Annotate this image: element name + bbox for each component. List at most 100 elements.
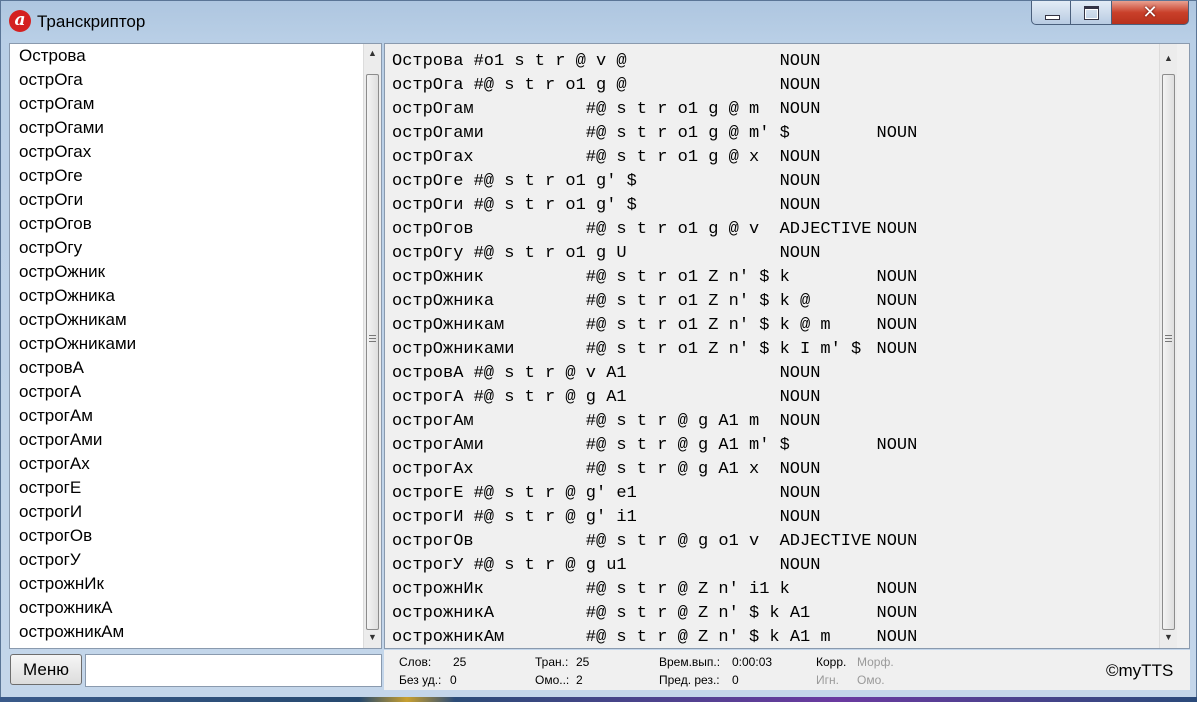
transcription-word: острОгов <box>392 220 474 239</box>
transcription-panel[interactable]: Острова #o1 s t r @ v @ NOUN острОга #@ s t … <box>384 43 1190 649</box>
trans-count-value: 25 <box>576 655 590 669</box>
word-list-item[interactable]: острогУ <box>10 548 363 572</box>
transcription-word: острожникАм <box>392 628 505 647</box>
word-list-item[interactable]: острОжниками <box>10 332 363 356</box>
transcription-row[interactable]: острогА #@ s t r @ g A1 NOUN <box>385 386 1159 410</box>
scroll-down-icon[interactable]: ▼ <box>364 629 381 646</box>
transcription-tag: NOUN <box>876 436 918 455</box>
word-list-item[interactable]: островА <box>10 356 363 380</box>
transcription-row[interactable]: острогАми #@ s t r @ g A1 m' $ NOUN <box>385 434 1159 458</box>
close-button[interactable]: ✕ <box>1111 1 1189 25</box>
title-bar[interactable]: a Транскриптор ✕ <box>1 1 1196 41</box>
transcription-row[interactable]: острогОв #@ s t r @ g o1 v ADJECTIVE NOUN <box>385 530 1159 554</box>
transcription-row[interactable]: острОге #@ s t r o1 g' $ NOUN <box>385 170 1159 194</box>
scroll-down-icon[interactable]: ▼ <box>1160 629 1177 646</box>
transcription-row[interactable]: острОжник #@ s t r o1 Z n' $ k NOUN <box>385 266 1159 290</box>
transcription-scrollbar[interactable]: ▲ ▼ <box>1159 44 1177 648</box>
word-list-item[interactable]: острогИ <box>10 500 363 524</box>
word-list-item[interactable]: острогАми <box>10 428 363 452</box>
word-list-item[interactable]: острОгов <box>10 212 363 236</box>
transcription-row[interactable]: острОжниками #@ s t r o1 Z n' $ k I m' $ N… <box>385 338 1159 362</box>
word-list-panel[interactable]: Острова острОга острОгам острОгами острОгах о… <box>9 43 382 649</box>
word-list-item[interactable]: острОжник <box>10 260 363 284</box>
transcription-word: острогАм <box>392 412 474 431</box>
transcription-row[interactable]: острОгов #@ s t r o1 g @ v ADJECTIVE NOUN <box>385 218 1159 242</box>
transcription-word: островА <box>392 364 464 383</box>
scroll-thumb[interactable] <box>1162 74 1175 630</box>
transcription-row[interactable]: острожнИк #@ s t r @ Z n' i1 k NOUN <box>385 578 1159 602</box>
word-list-item[interactable]: острожникА <box>10 596 363 620</box>
transcription-row[interactable]: острогИ #@ s t r @ g' i1 NOUN <box>385 506 1159 530</box>
transcription-row[interactable]: острогУ #@ s t r @ g u1 NOUN <box>385 554 1159 578</box>
word-list-item[interactable]: острОжникам <box>10 308 363 332</box>
transcription-row[interactable]: острОга #@ s t r o1 g @ NOUN <box>385 74 1159 98</box>
prev-result-label: Пред. рез.: <box>659 673 720 687</box>
word-list-scrollbar[interactable]: ▲ ▼ <box>363 44 381 648</box>
menu-button[interactable]: Меню <box>10 654 82 685</box>
word-list-item[interactable]: острогАх <box>10 452 363 476</box>
transcription-word: острожнИк <box>392 580 484 599</box>
word-list-item[interactable]: острогА <box>10 380 363 404</box>
transcription-row[interactable]: острОжникам #@ s t r o1 Z n' $ k @ m NOUN <box>385 314 1159 338</box>
homo-count-value: 2 <box>576 673 583 687</box>
word-list-item[interactable]: острОгами <box>10 116 363 140</box>
minimize-button[interactable] <box>1031 1 1071 25</box>
transcription-tag: NOUN <box>876 316 918 335</box>
word-list-item[interactable]: острОгам <box>10 92 363 116</box>
transcription-tag: NOUN <box>876 124 918 143</box>
word-list-item[interactable]: острОжника <box>10 284 363 308</box>
homo-count-label: Омо..: <box>535 673 570 687</box>
word-list-item[interactable]: острожнИк <box>10 572 363 596</box>
transcription-word: острогОв <box>392 532 474 551</box>
transcription-tag: ADJECTIVE <box>779 532 872 551</box>
transcription-row[interactable]: острОги #@ s t r o1 g' $ NOUN <box>385 194 1159 218</box>
app-logo-icon: a <box>9 10 31 32</box>
transcription-row[interactable]: острОгах #@ s t r o1 g @ x NOUN <box>385 146 1159 170</box>
transcription-row[interactable]: острогАх #@ s t r @ g A1 x NOUN <box>385 458 1159 482</box>
transcription-list[interactable]: Острова #o1 s t r @ v @ NOUN острОга #@ s t … <box>385 50 1159 648</box>
transcription-row[interactable]: островА #@ s t r @ v A1 NOUN <box>385 362 1159 386</box>
scroll-up-icon[interactable]: ▲ <box>1160 50 1177 67</box>
transcription-phonemes: #@ s t r @ v A1 <box>473 364 627 383</box>
transcription-tag: ADJECTIVE <box>779 220 872 239</box>
scroll-grip-icon <box>369 335 376 342</box>
transcription-row[interactable]: острожникА #@ s t r @ Z n' $ k A1 NOUN <box>385 602 1159 626</box>
scroll-grip-icon <box>1165 335 1172 342</box>
transcription-row[interactable]: острОжника #@ s t r o1 Z n' $ k @ NOUN <box>385 290 1159 314</box>
transcription-tag: NOUN <box>779 244 821 263</box>
scroll-thumb[interactable] <box>366 74 379 630</box>
word-list-item[interactable]: острОгу <box>10 236 363 260</box>
transcription-row[interactable]: острОгам #@ s t r o1 g @ m NOUN <box>385 98 1159 122</box>
transcription-phonemes: #@ s t r o1 Z n' $ k @ <box>585 292 811 311</box>
word-list-item[interactable]: острОге <box>10 164 363 188</box>
transcription-tag: NOUN <box>779 460 821 479</box>
transcription-row[interactable]: Острова #o1 s t r @ v @ NOUN <box>385 50 1159 74</box>
command-input[interactable] <box>85 654 382 687</box>
word-list-item[interactable]: острогЕ <box>10 476 363 500</box>
transcription-tag: NOUN <box>876 532 918 551</box>
word-list[interactable]: Острова острОга острОгам острОгами острОгах о… <box>10 44 363 648</box>
word-list-item[interactable]: Острова <box>10 44 363 68</box>
word-list-item[interactable]: острожникАм <box>10 620 363 644</box>
scroll-up-icon[interactable]: ▲ <box>364 45 381 62</box>
transcription-tag: NOUN <box>779 100 821 119</box>
word-list-item[interactable]: острОги <box>10 188 363 212</box>
transcription-phonemes: #@ s t r o1 Z n' $ k I m' $ <box>585 340 862 359</box>
transcription-row[interactable]: острОгами #@ s t r o1 g @ m' $ NOUN <box>385 122 1159 146</box>
word-list-item[interactable]: острОга <box>10 68 363 92</box>
transcription-row[interactable]: острогАм #@ s t r @ g A1 m NOUN <box>385 410 1159 434</box>
transcription-tag: NOUN <box>779 484 821 503</box>
transcription-row[interactable]: острогЕ #@ s t r @ g' e1 NOUN <box>385 482 1159 506</box>
prev-result-value: 0 <box>732 673 739 687</box>
word-list-item[interactable]: острОгах <box>10 140 363 164</box>
copyright-label: ©myTTS <box>1106 661 1174 680</box>
transcription-word: острОжникам <box>392 316 505 335</box>
word-list-item[interactable]: острогОв <box>10 524 363 548</box>
omo-label: Омо. <box>857 673 885 687</box>
word-list-item[interactable]: острогАм <box>10 404 363 428</box>
maximize-button[interactable] <box>1070 1 1112 25</box>
transcription-row[interactable]: острожникАм #@ s t r @ Z n' $ k A1 m NOUN <box>385 626 1159 648</box>
transcription-phonemes: #@ s t r o1 g @ v <box>585 220 760 239</box>
transcription-tag: NOUN <box>779 148 821 167</box>
transcription-row[interactable]: острОгу #@ s t r o1 g U NOUN <box>385 242 1159 266</box>
